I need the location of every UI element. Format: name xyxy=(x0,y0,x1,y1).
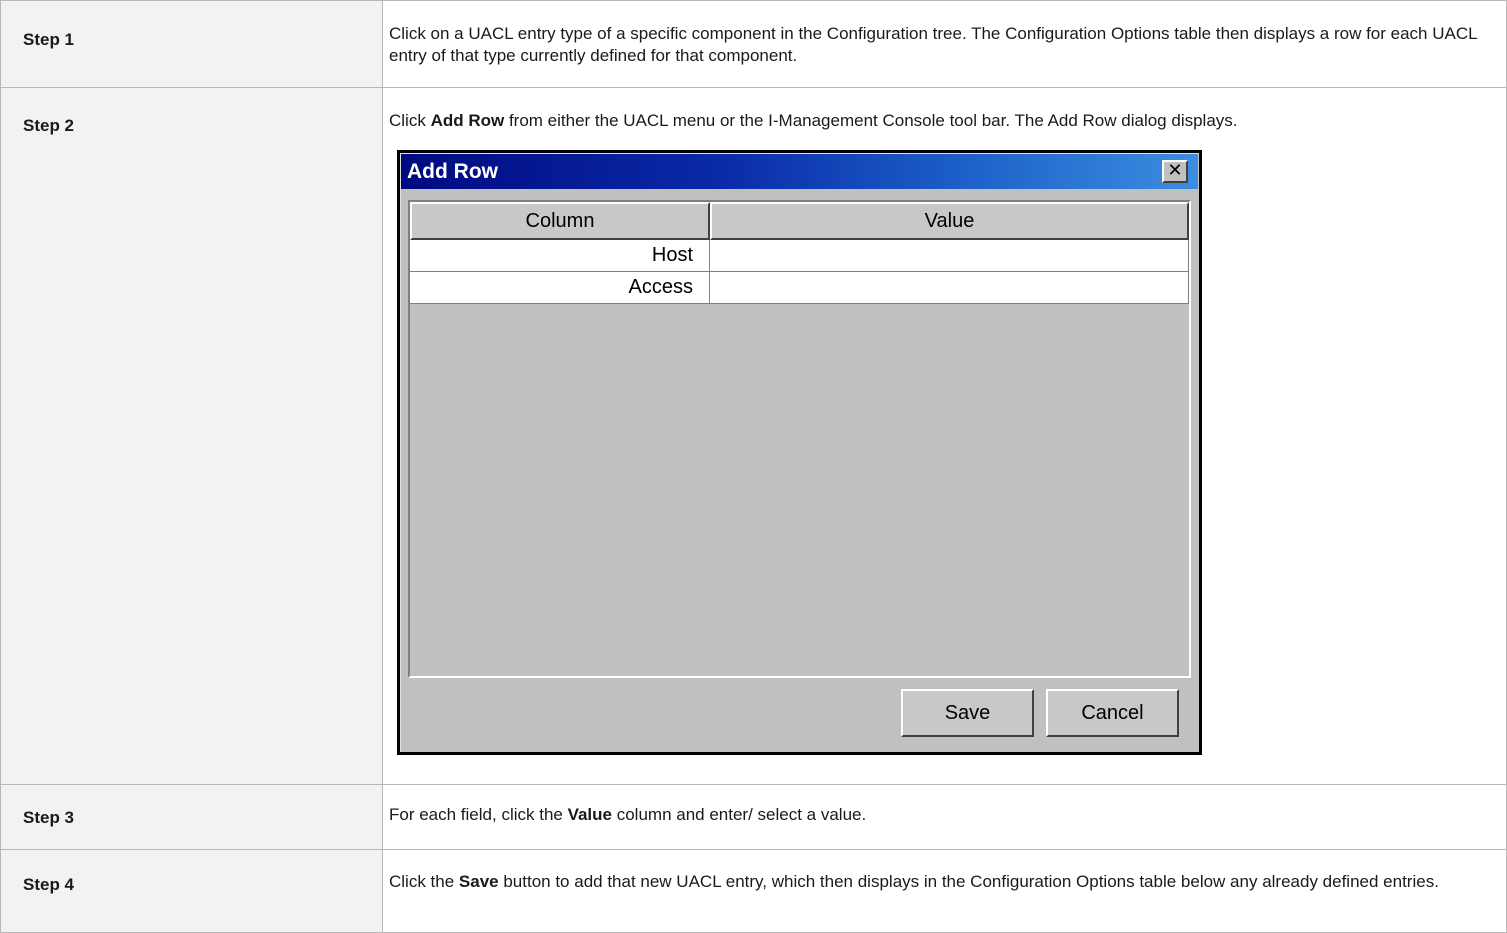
step-row: Step 3 For each field, click the Value c… xyxy=(0,784,1507,850)
dialog-titlebar[interactable]: Add Row ✕ xyxy=(401,154,1198,189)
text-segment: Click xyxy=(389,111,431,130)
host-value-cell[interactable] xyxy=(710,240,1189,272)
step-row: Step 2 Click Add Row from either the UAC… xyxy=(0,87,1507,785)
grid-header: Column Value xyxy=(410,202,1189,240)
step-description: Click Add Row from either the UACL menu … xyxy=(389,88,1486,132)
text-segment: button to add that new UACL entry, which… xyxy=(498,872,1439,891)
dialog-title: Add Row xyxy=(407,160,498,183)
step-label: Step 1 xyxy=(23,30,75,49)
step-description: Click the Save button to add that new UA… xyxy=(389,850,1486,893)
fields-grid: Column Value Host Access xyxy=(408,200,1191,678)
field-name-cell: Access xyxy=(410,272,710,304)
step-label-cell: Step 4 xyxy=(0,849,383,933)
step-label: Step 2 xyxy=(23,116,75,135)
grid-row: Access xyxy=(410,272,1189,304)
step-description-cell: For each field, click the Value column a… xyxy=(382,784,1507,850)
step-description-cell: Click on a UACL entry type of a specific… xyxy=(382,0,1507,88)
text-segment: For each field, click the xyxy=(389,805,568,824)
add-row-dialog: Add Row ✕ Column Value Host Access Save … xyxy=(397,150,1202,755)
step-label: Step 4 xyxy=(23,875,75,894)
dialog-body: Add Row ✕ Column Value Host Access Save … xyxy=(400,153,1199,752)
dialog-button-bar: Save Cancel xyxy=(401,683,1198,751)
step-label: Step 3 xyxy=(23,808,75,827)
text-segment: column and enter/ select a value. xyxy=(612,805,867,824)
close-icon: ✕ xyxy=(1167,160,1183,181)
step-label-cell: Step 3 xyxy=(0,784,383,850)
step-label-cell: Step 2 xyxy=(0,87,383,785)
grid-row: Host xyxy=(410,240,1189,272)
step-description-cell: Click Add Row from either the UACL menu … xyxy=(382,87,1507,785)
bold-term: Add Row xyxy=(430,111,505,130)
step-description: Click on a UACL entry type of a specific… xyxy=(389,24,1477,65)
step-description: For each field, click the Value column a… xyxy=(389,785,1486,826)
column-header-value[interactable]: Value xyxy=(710,202,1189,240)
steps-table: Step 1 Click on a UACL entry type of a s… xyxy=(0,0,1507,933)
text-segment: from either the UACL menu or the I-Manag… xyxy=(504,111,1238,130)
step-row: Step 4 Click the Save button to add that… xyxy=(0,849,1507,933)
close-button[interactable]: ✕ xyxy=(1162,160,1188,183)
save-button[interactable]: Save xyxy=(901,689,1034,737)
bold-term: Save xyxy=(458,872,499,891)
field-name-cell: Host xyxy=(410,240,710,272)
step-row: Step 1 Click on a UACL entry type of a s… xyxy=(0,0,1507,88)
column-header-column[interactable]: Column xyxy=(410,202,710,240)
bold-term: Value xyxy=(567,805,612,824)
step-description-cell: Click the Save button to add that new UA… xyxy=(382,849,1507,933)
step-label-cell: Step 1 xyxy=(0,0,383,88)
text-segment: Click the xyxy=(389,872,459,891)
access-value-cell[interactable] xyxy=(710,272,1189,304)
cancel-button[interactable]: Cancel xyxy=(1046,689,1179,737)
